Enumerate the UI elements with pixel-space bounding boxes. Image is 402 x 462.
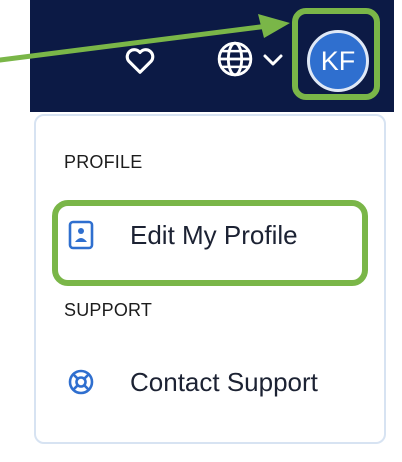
contact-support-link[interactable]: Contact Support (130, 367, 318, 398)
lifebuoy-icon (68, 369, 94, 395)
section-label-profile: PROFILE (64, 152, 143, 172)
avatar-highlight-box (292, 8, 380, 100)
section-label-support: SUPPORT (64, 300, 153, 320)
edit-profile-highlight-box (52, 200, 368, 286)
pointer-arrow (0, 14, 290, 63)
